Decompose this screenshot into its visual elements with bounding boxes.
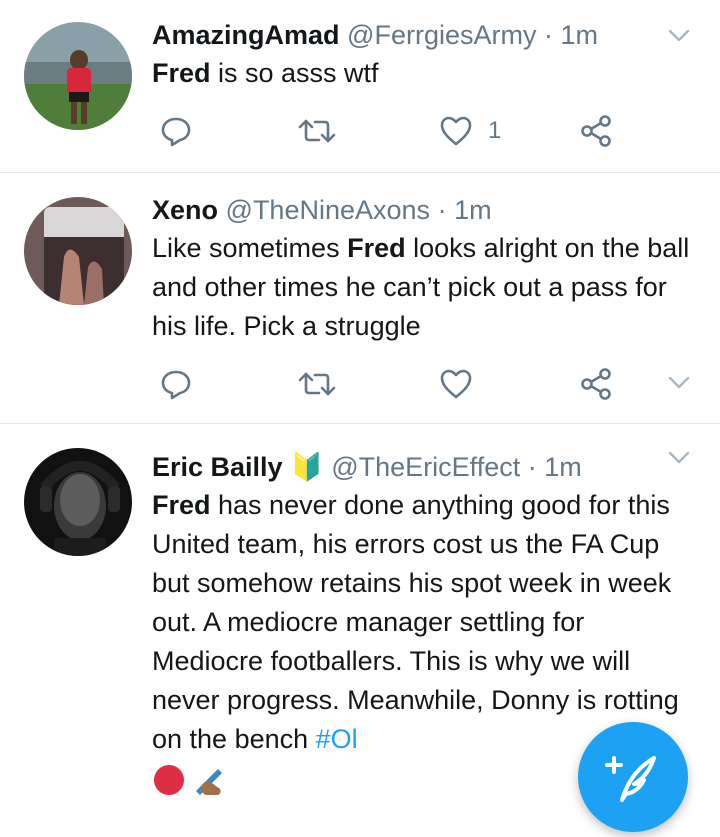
avatar[interactable]	[24, 197, 132, 305]
compose-tweet-button[interactable]	[578, 722, 688, 832]
share-icon	[581, 368, 611, 400]
tweet-header: Xeno @TheNineAxons · 1m	[152, 193, 696, 227]
heart-icon	[440, 116, 472, 146]
share-button[interactable]	[578, 364, 614, 404]
chevron-down-icon[interactable]	[666, 369, 692, 395]
reply-button[interactable]	[158, 364, 194, 404]
mention-text: Fred	[347, 233, 406, 263]
hashtag-link[interactable]: #Ol	[316, 724, 358, 754]
tweet-text: Fred is so asss wtf	[152, 54, 696, 93]
writing-hand-icon	[196, 769, 222, 795]
like-button[interactable]: 1	[438, 111, 501, 151]
heart-icon	[440, 369, 472, 399]
retweet-button[interactable]	[297, 111, 337, 151]
tweet-text: Like sometimes Fred looks alright on the…	[152, 229, 696, 346]
mention-text: Fred	[152, 490, 211, 520]
mention-text: Fred	[152, 58, 211, 88]
retweet-icon	[298, 119, 336, 143]
tweet-text: Fred has never done anything good for th…	[152, 486, 696, 759]
like-button[interactable]	[438, 364, 474, 404]
tweet-header: Eric Bailly 🔰 @TheEricEffect · 1m	[152, 450, 696, 484]
timestamp[interactable]: 1m	[454, 195, 492, 225]
share-icon	[581, 115, 611, 147]
separator: ·	[527, 452, 537, 482]
timestamp[interactable]: 1m	[544, 452, 582, 482]
timestamp[interactable]: 1m	[561, 20, 599, 50]
tweet[interactable]: AmazingAmad @FerrgiesArmy · 1m Fred is s…	[0, 0, 720, 173]
red-circle-icon	[154, 765, 184, 795]
compose-tweet-icon	[605, 756, 656, 802]
separator: ·	[437, 195, 447, 225]
user-handle[interactable]: @TheEricEffect	[331, 452, 520, 482]
avatar[interactable]	[24, 22, 132, 130]
tweet-body-start: Like sometimes	[152, 233, 348, 263]
display-name[interactable]: AmazingAmad	[152, 20, 340, 50]
tweet-actions: 1	[152, 111, 632, 151]
user-handle[interactable]: @TheNineAxons	[226, 195, 431, 225]
chevron-down-icon[interactable]	[666, 444, 692, 470]
display-name[interactable]: Eric Bailly	[152, 452, 283, 482]
reply-icon	[161, 370, 191, 400]
badge-emoji: 🔰	[290, 452, 324, 482]
tweet-body: is so asss wtf	[210, 58, 379, 88]
tweet[interactable]: Xeno @TheNineAxons · 1m Like sometimes F…	[0, 173, 720, 424]
reply-button[interactable]	[158, 111, 194, 151]
share-button[interactable]	[578, 111, 614, 151]
like-count: 1	[488, 117, 502, 144]
display-name[interactable]: Xeno	[152, 195, 218, 225]
tweet-header: AmazingAmad @FerrgiesArmy · 1m	[152, 18, 696, 52]
retweet-icon	[298, 372, 336, 396]
separator: ·	[543, 20, 553, 50]
retweet-button[interactable]	[297, 364, 337, 404]
chevron-down-icon[interactable]	[666, 22, 692, 48]
tweet-actions	[152, 364, 632, 404]
reply-icon	[161, 117, 191, 147]
avatar[interactable]	[24, 448, 132, 556]
tweet-body: has never done anything good for this Un…	[152, 490, 679, 754]
user-handle[interactable]: @FerrgiesArmy	[347, 20, 536, 50]
